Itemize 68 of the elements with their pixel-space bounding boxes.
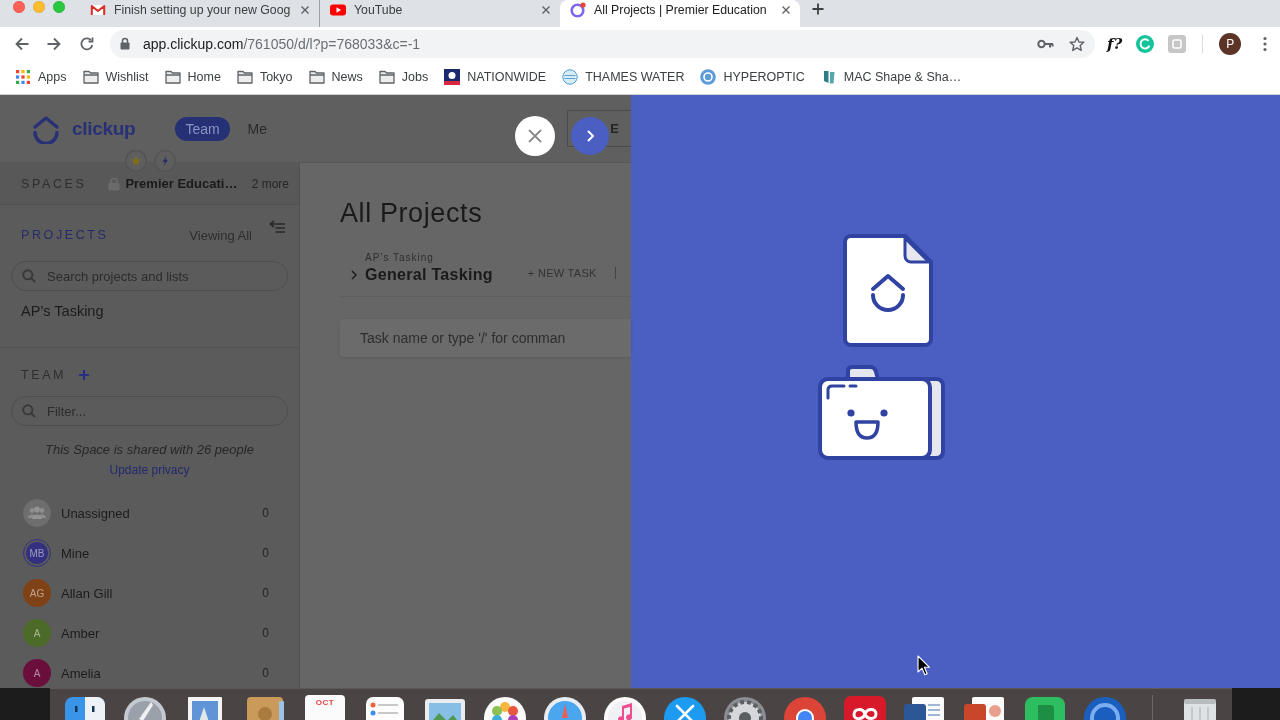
task-input-field[interactable]: Task name or type '/' for comman: [340, 319, 631, 357]
chevron-right-icon[interactable]: [350, 270, 358, 280]
calendar-icon[interactable]: OCT: [305, 695, 345, 720]
app-logo-text: clickup: [72, 117, 136, 140]
bookmark[interactable]: NATIONWIDE: [444, 69, 547, 85]
bookmark[interactable]: MAC Shape & Sha…: [820, 69, 962, 85]
bookmark[interactable]: Apps: [15, 69, 67, 85]
view-tab[interactable]: Team: [175, 116, 230, 141]
search-icon: [22, 269, 36, 283]
bookmark[interactable]: Wishlist: [82, 69, 149, 85]
note-app-icon[interactable]: [1022, 695, 1068, 720]
mouse-pointer-icon: [917, 655, 931, 676]
chevron-right-icon: [585, 129, 595, 143]
close-icon: [527, 128, 543, 144]
more-menu-icon[interactable]: [1263, 35, 1268, 52]
key-icon[interactable]: [1037, 38, 1054, 49]
page-title: All Projects: [340, 197, 484, 229]
circle-logo-icon: [700, 69, 717, 85]
browser-tab[interactable]: All Projects | Premier Education: [560, 0, 800, 27]
bookmark[interactable]: HYPEROPTIC: [700, 69, 805, 85]
gear-icon[interactable]: [722, 695, 768, 720]
close-tab-icon[interactable]: [300, 5, 310, 15]
forward-icon[interactable]: [46, 35, 62, 52]
circle-logo-icon: [570, 2, 586, 18]
music-note-icon[interactable]: [602, 695, 648, 720]
reload-icon[interactable]: [79, 35, 95, 52]
bookmark-star-icon[interactable]: [1069, 35, 1085, 52]
bookmark[interactable]: Jobs: [378, 69, 429, 85]
extension-button[interactable]: f?: [1107, 34, 1123, 53]
close-tab-icon[interactable]: [541, 5, 551, 15]
folder-icon: [308, 69, 325, 85]
bookmark[interactable]: THAMES WATER: [562, 69, 685, 85]
address-bar[interactable]: app.clickup.com/761050/d/l?p=768033&c=-1: [110, 29, 1095, 58]
bookmark[interactable]: News: [308, 69, 363, 85]
app-grid-icon: [15, 69, 31, 85]
folder-icon: [164, 69, 181, 85]
envelope-icon: [90, 2, 106, 18]
logo-tile-icon: [444, 69, 461, 85]
avatar: A: [23, 659, 51, 687]
browser-logo-icon[interactable]: [782, 695, 828, 720]
profile-button[interactable]: P: [1219, 32, 1242, 55]
lock-icon: [120, 37, 130, 50]
rocket-icon[interactable]: [122, 695, 168, 720]
close-tab-icon[interactable]: [781, 5, 791, 15]
compass-icon[interactable]: [542, 695, 588, 720]
finder-icon[interactable]: [62, 695, 108, 720]
search-icon: [22, 404, 36, 418]
browser-tab[interactable]: YouTube: [320, 0, 560, 27]
folder-icon: [378, 69, 395, 85]
document-icon: [843, 234, 933, 347]
bookmark[interactable]: Home: [164, 69, 221, 85]
avatar: AG: [23, 579, 51, 607]
url-text: app.clickup.com/761050/d/l?p=768033&c=-1: [143, 35, 422, 52]
flower-icon[interactable]: [482, 695, 528, 720]
folder-icon: [236, 69, 253, 85]
folder-icon: [82, 69, 99, 85]
back-icon[interactable]: [14, 35, 30, 52]
avatar: A: [23, 619, 51, 647]
extension-tile-icon[interactable]: [1168, 34, 1187, 53]
play-icon: [330, 2, 346, 18]
globe-icon: [562, 69, 579, 85]
bookmark[interactable]: Tokyo: [236, 69, 293, 85]
crossed-tools-icon[interactable]: [662, 695, 708, 720]
new-tab-icon[interactable]: [812, 3, 824, 15]
ring-icon[interactable]: [1082, 695, 1128, 720]
loop-logo-icon[interactable]: [842, 695, 888, 720]
calendar-month: OCT: [315, 698, 335, 709]
smiling-folder-icon: [818, 365, 946, 461]
